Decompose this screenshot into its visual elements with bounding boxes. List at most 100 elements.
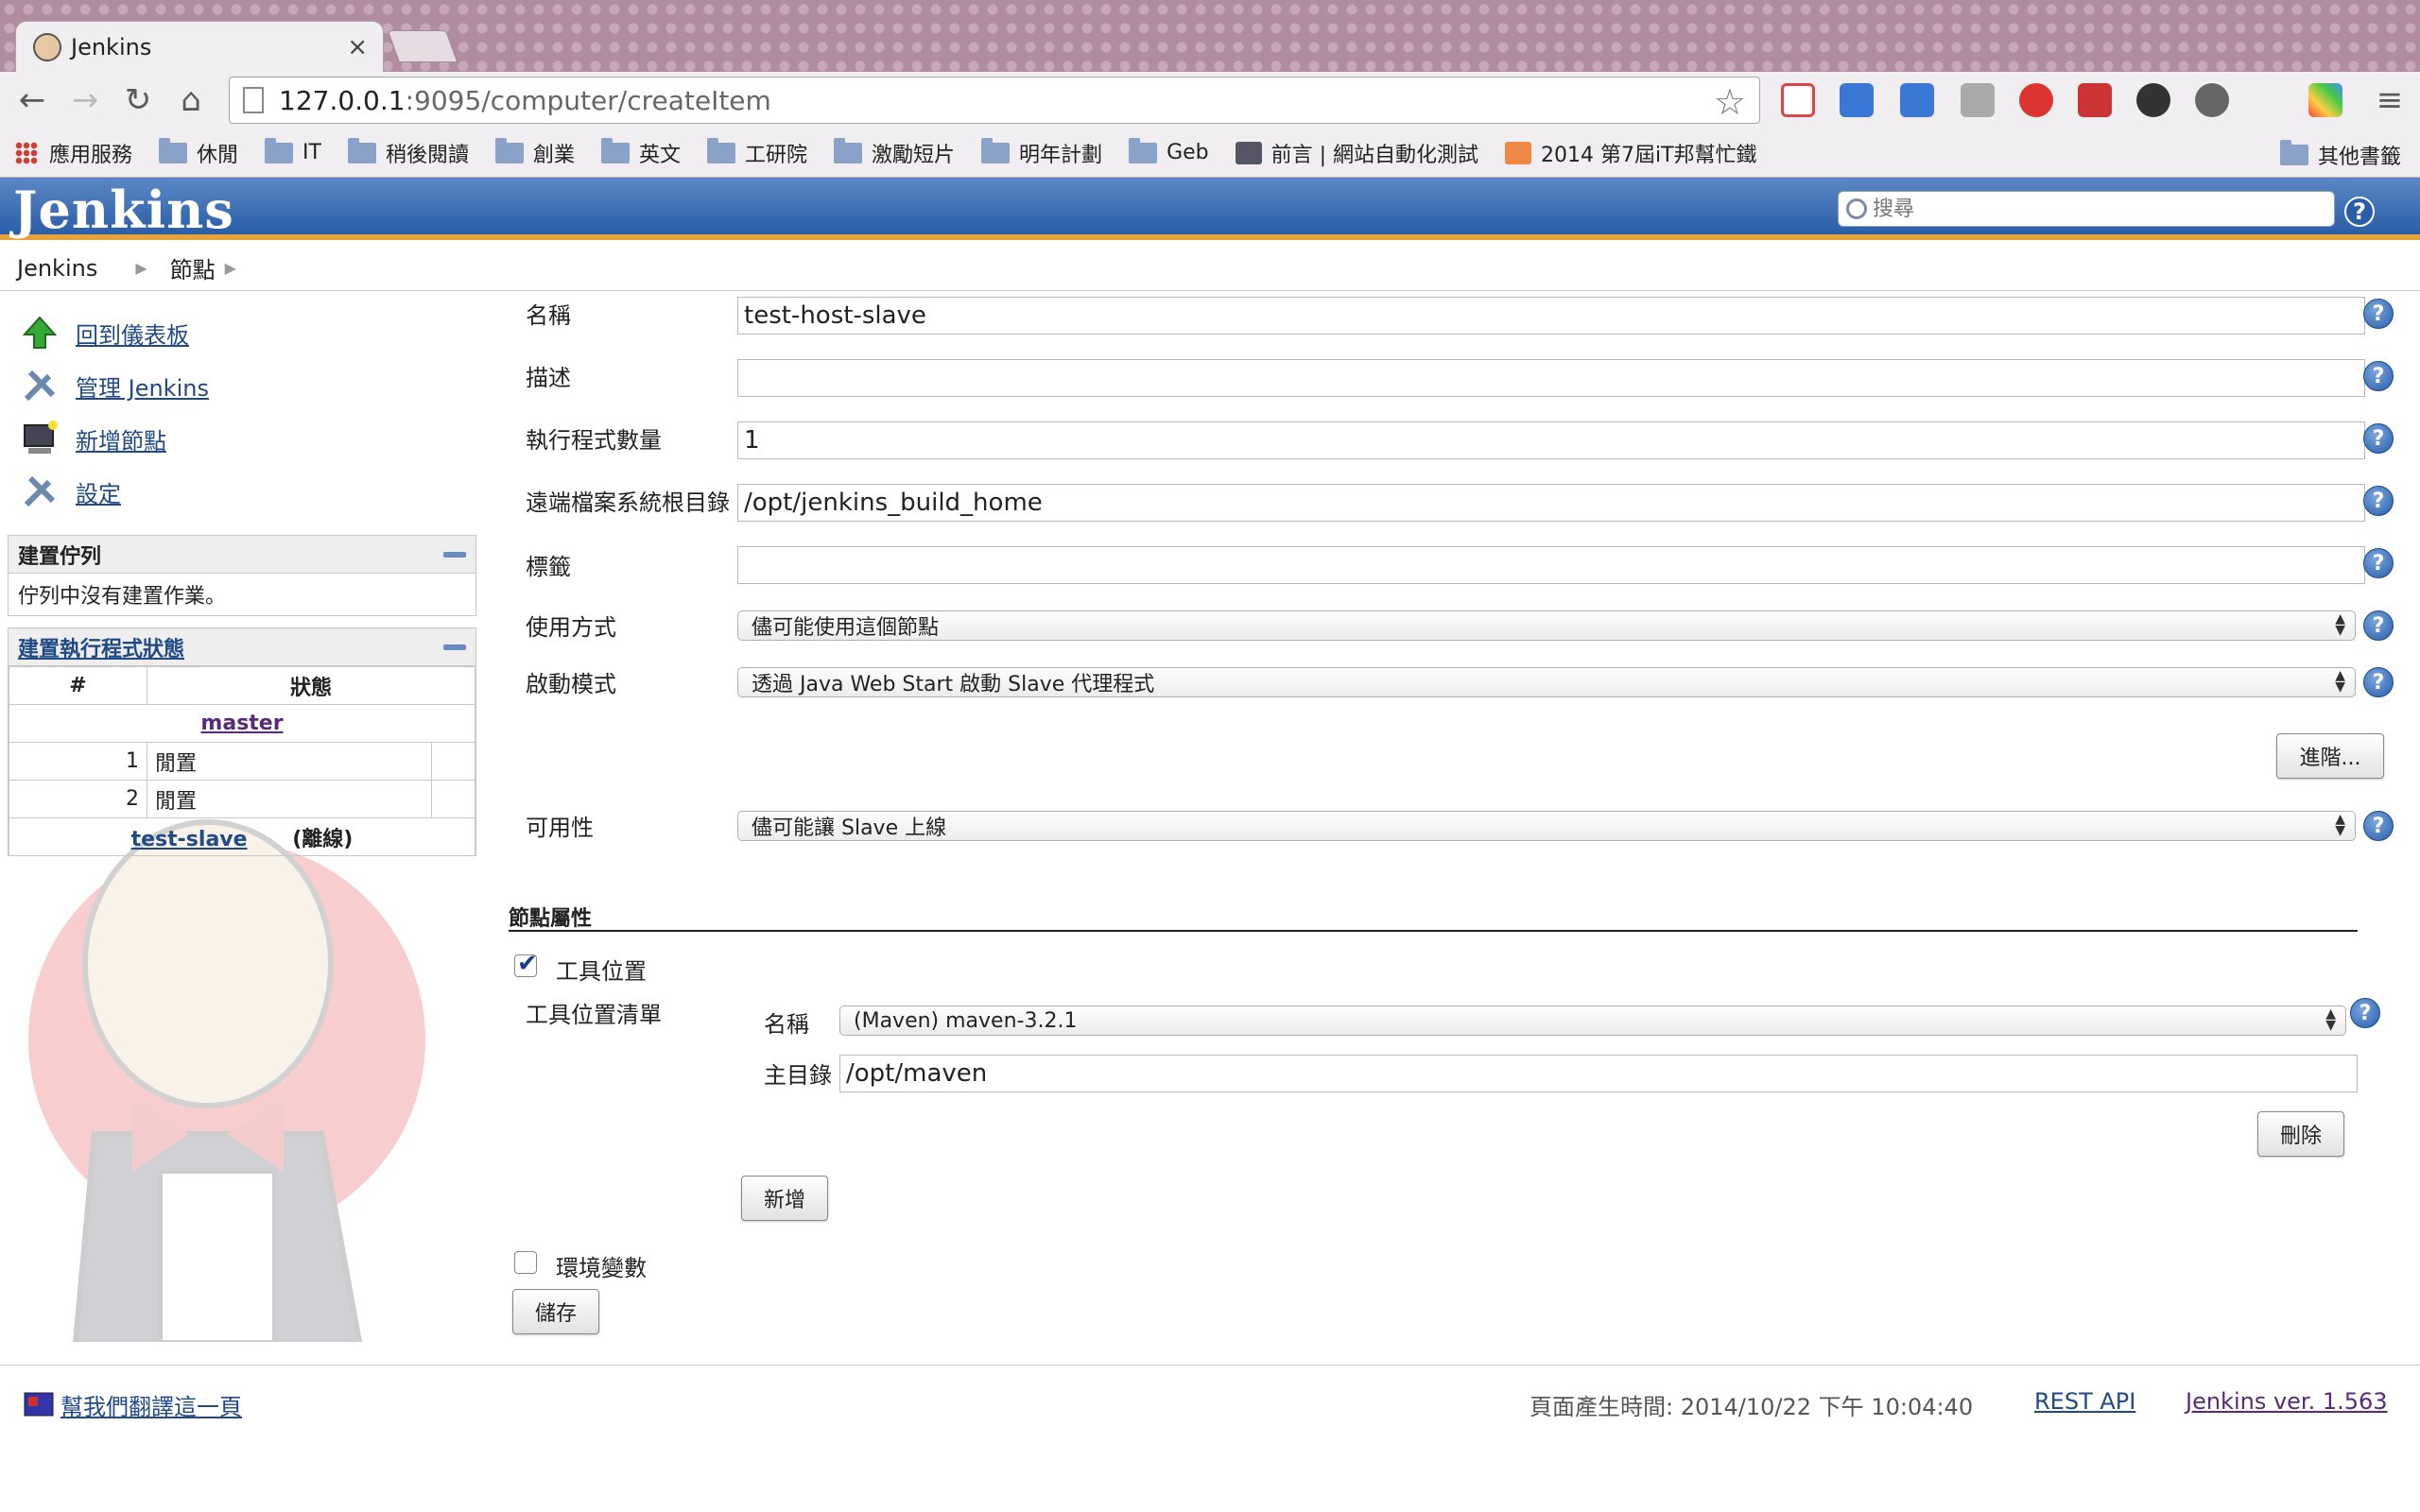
jenkins-version-link[interactable]: Jenkins ver. 1.563 (2186, 1388, 2388, 1415)
translate-icon[interactable] (1840, 83, 1874, 117)
help-icon[interactable]: ? (2363, 299, 2394, 329)
rest-api-link[interactable]: REST API (2034, 1388, 2135, 1415)
header-help-icon[interactable]: ? (2344, 197, 2375, 227)
usage-select[interactable]: 儘可能使用這個節點 ▲ ▼ (737, 610, 2356, 641)
home-icon[interactable]: ⌂ (172, 81, 210, 119)
bookmark-label: 明年計劃 (1019, 143, 1103, 167)
help-icon[interactable]: ? (2363, 486, 2394, 516)
other-bookmarks[interactable]: 其他書籤 (2279, 140, 2401, 170)
bookmark-item[interactable]: 2014 第7屆iT邦幫忙鐵 (1505, 138, 1757, 168)
bookmark-item[interactable]: 明年計劃 (981, 137, 1103, 168)
gmail-icon[interactable] (1781, 83, 1815, 117)
collapse-icon[interactable] (443, 644, 466, 650)
help-icon[interactable]: ? (2363, 548, 2394, 578)
executor-status-title[interactable]: 建置執行程式狀態 (18, 632, 184, 662)
camera-icon[interactable] (2136, 83, 2170, 117)
new-tab-button[interactable] (387, 30, 458, 62)
executors-field[interactable]: 1 (737, 421, 2365, 459)
bookmark-item[interactable]: 工研院 (707, 137, 807, 168)
bookmark-item[interactable]: 應用服務 (15, 138, 132, 168)
jenkins-logo[interactable]: Jenkins (13, 180, 234, 240)
launch-select[interactable]: 透過 Java Web Start 啟動 Slave 代理程式 ▲ ▼ (737, 667, 2356, 697)
tab-close-icon[interactable]: × (347, 33, 368, 61)
tool-locations-label: 工具位置 (556, 958, 647, 985)
sidebar-item-settings[interactable]: 設定 (21, 472, 121, 510)
table-row: 1 閒置 (9, 742, 475, 781)
breadcrumb-nodes[interactable]: 節點 (170, 251, 216, 284)
translate-link[interactable]: 幫我們翻譯這一頁 (60, 1388, 242, 1421)
tool-name-select[interactable]: (Maven) maven-3.2.1 ▲ ▼ (839, 1005, 2346, 1036)
advanced-button[interactable]: 進階... (2276, 733, 2384, 779)
labels-field[interactable] (737, 546, 2365, 584)
bookmark-item[interactable]: 創業 (494, 137, 575, 168)
new-node-link[interactable]: 新增節點 (76, 422, 166, 455)
pdf-icon[interactable] (2078, 83, 2112, 117)
collapse-icon[interactable] (443, 551, 466, 558)
build-queue-panel: 建置佇列 佇列中沒有建置作業。 (8, 535, 476, 616)
url-text: 127.0.0.1:9095/computer/createItem (279, 84, 771, 116)
bookmark-item[interactable]: IT (265, 137, 321, 164)
settings-link[interactable]: 設定 (76, 475, 121, 508)
folder-icon (265, 137, 294, 163)
reload-icon[interactable]: ↻ (119, 81, 157, 119)
bookmark-item[interactable]: 英文 (601, 137, 681, 168)
help-icon[interactable]: ? (2350, 998, 2380, 1028)
bookmark-star-icon[interactable]: ☆ (1714, 81, 1746, 123)
bookmark-item[interactable]: 稍後閱讀 (347, 137, 469, 168)
save-button[interactable]: 儲存 (512, 1289, 599, 1334)
help-icon[interactable]: ? (2363, 811, 2394, 841)
test-slave-link[interactable]: test-slave (131, 828, 248, 851)
search-box[interactable] (1838, 191, 2335, 227)
bookmark-label: 2014 第7屆iT邦幫忙鐵 (1541, 143, 1757, 167)
folder-icon (981, 137, 1011, 163)
manage-jenkins-link[interactable]: 管理 Jenkins (76, 369, 209, 403)
address-bar[interactable]: 127.0.0.1:9095/computer/createItem ☆ (229, 77, 1760, 124)
labels-label: 標籤 (526, 554, 571, 580)
bookmark-item[interactable]: 激勵短片 (834, 137, 955, 168)
add-button[interactable]: 新增 (741, 1176, 828, 1221)
tool-home-field[interactable]: /opt/maven (839, 1055, 2358, 1092)
dashboard-link[interactable]: 回到儀表板 (76, 317, 189, 350)
select-arrows-icon: ▲ ▼ (2335, 611, 2345, 638)
bookmark-item[interactable]: Geb (1129, 137, 1209, 164)
download-icon[interactable] (1900, 83, 1934, 117)
executor-status: 閒置 (147, 780, 432, 818)
master-link[interactable]: master (200, 712, 283, 735)
bookmark-label: 休閒 (197, 143, 239, 167)
availability-select[interactable]: 儘可能讓 Slave 上線 ▲ ▼ (737, 811, 2356, 841)
executor-status-panel: 建置執行程式狀態 # 狀態 master 1 閒置 2 閒置 test-slav… (8, 627, 476, 856)
search-input[interactable] (1873, 197, 2317, 221)
back-icon[interactable]: ← (13, 81, 51, 119)
tool-locations-checkbox[interactable] (514, 950, 538, 978)
adblock-icon[interactable] (2019, 83, 2053, 117)
bookmark-item[interactable]: 前言 | 網站自動化測試 (1235, 138, 1478, 168)
browser-tab[interactable]: Jenkins × (15, 21, 384, 72)
name-field[interactable]: test-host-slave (737, 297, 2365, 335)
help-icon[interactable]: ? (2363, 361, 2394, 391)
tool-list-label: 工具位置清單 (526, 1002, 662, 1028)
color-picker-icon[interactable] (2308, 83, 2342, 117)
tool-home-label: 主目錄 (764, 1062, 832, 1089)
slave-offline-label: (離線) (292, 827, 354, 851)
menu-icon[interactable]: ≡ (2371, 81, 2409, 119)
folder-icon (707, 137, 736, 163)
breadcrumb-jenkins[interactable]: Jenkins (17, 255, 97, 282)
help-icon[interactable]: ? (2363, 423, 2394, 454)
jenkins-mascot-watermark (28, 819, 425, 1342)
description-field[interactable] (737, 359, 2365, 397)
translate-link-wrap[interactable]: 幫我們翻譯這一頁 (23, 1388, 242, 1421)
help-icon[interactable]: ? (2363, 667, 2394, 697)
sidebar-item-manage[interactable]: 管理 Jenkins (21, 367, 209, 404)
help-icon[interactable]: ? (2363, 610, 2394, 641)
forward-icon[interactable]: → (66, 81, 104, 119)
remote-fs-field[interactable]: /opt/jenkins_build_home (737, 484, 2365, 522)
name-label: 名稱 (526, 302, 571, 329)
usage-selected: 儘可能使用這個節點 (752, 616, 940, 640)
sidebar-item-new-node[interactable]: 新增節點 (21, 420, 166, 457)
env-vars-checkbox[interactable] (514, 1251, 537, 1274)
delete-button[interactable]: 刪除 (2257, 1111, 2344, 1157)
sidebar-item-dashboard[interactable]: 回到儀表板 (21, 314, 189, 352)
evernote-icon[interactable] (2195, 83, 2229, 117)
bookmark-item[interactable]: 休閒 (159, 137, 239, 168)
dictionary-icon[interactable] (1961, 83, 1995, 117)
